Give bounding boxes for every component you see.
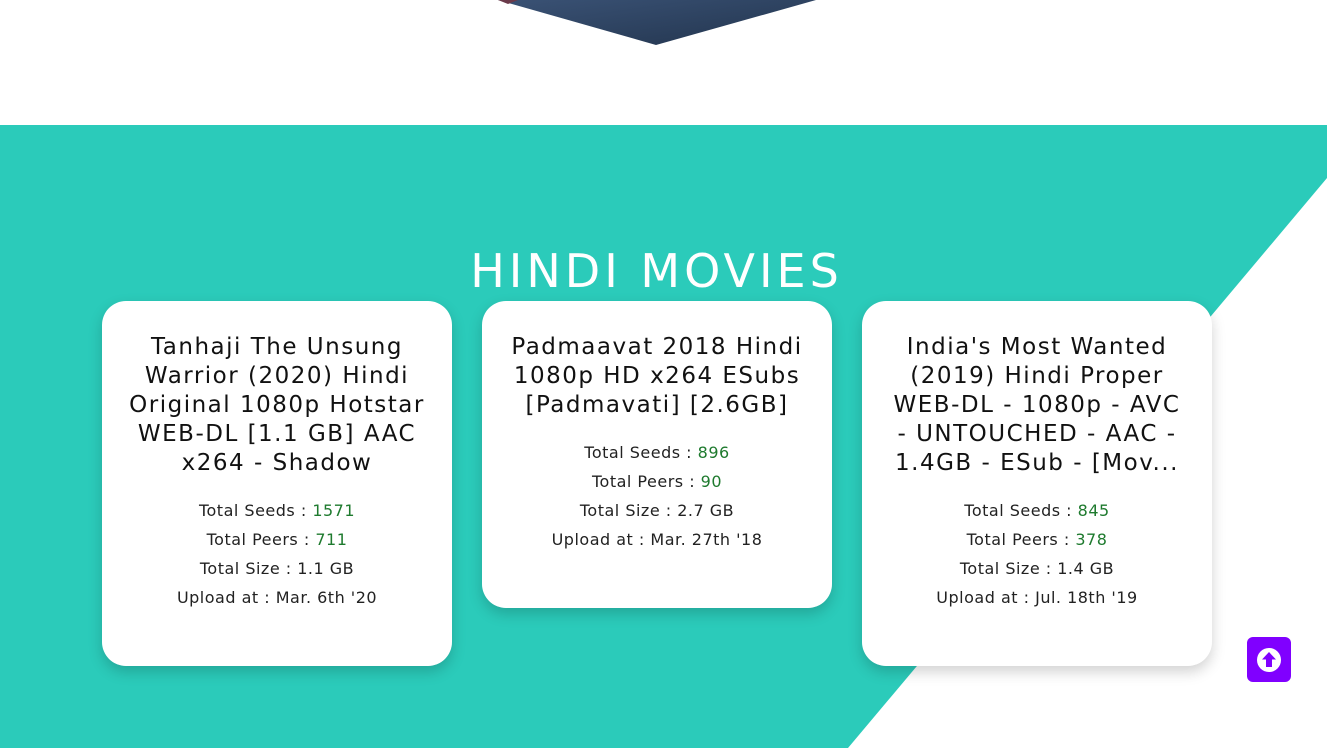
movie-stats: Total Seeds : 896 Total Peers : 90 Total… [506,438,808,554]
peers-row: Total Peers : 711 [206,530,348,549]
hero-image-fragment [498,0,816,45]
movie-card[interactable]: Tanhaji The Unsung Warrior (2020) Hindi … [102,301,452,666]
seeds-value: 845 [1077,501,1110,520]
section-title: HINDI MOVIES [470,244,843,299]
seeds-row: Total Seeds : 1571 [198,501,356,520]
size-value: 1.4 GB [1057,559,1115,578]
peers-row: Total Peers : 90 [591,472,723,491]
peers-value: 711 [315,530,348,549]
movie-card[interactable]: Padmaavat 2018 Hindi 1080p HD x264 ESubs… [482,301,832,608]
upload-value: Mar. 6th '20 [275,588,378,607]
size-value: 1.1 GB [297,559,355,578]
seeds-value: 896 [697,443,730,462]
size-row: Total Size : 2.7 GB [579,501,735,520]
movie-card[interactable]: India's Most Wanted (2019) Hindi Proper … [862,301,1212,666]
peers-row: Total Peers : 378 [966,530,1108,549]
movie-stats: Total Seeds : 1571 Total Peers : 711 Tot… [126,496,428,612]
arrow-up-circle-icon [1257,647,1281,672]
size-row: Total Size : 1.4 GB [959,559,1115,578]
peers-value: 378 [1075,530,1108,549]
upload-value: Jul. 18th '19 [1035,588,1138,607]
size-row: Total Size : 1.1 GB [199,559,355,578]
movie-title[interactable]: Padmaavat 2018 Hindi 1080p HD x264 ESubs… [507,333,807,420]
movie-stats: Total Seeds : 845 Total Peers : 378 Tota… [886,496,1188,612]
upload-value: Mar. 27th '18 [650,530,763,549]
scroll-to-top-button[interactable] [1247,637,1291,682]
size-value: 2.7 GB [677,501,735,520]
movie-title[interactable]: Tanhaji The Unsung Warrior (2020) Hindi … [127,333,427,478]
seeds-row: Total Seeds : 896 [584,443,730,462]
peers-value: 90 [700,472,723,491]
seeds-value: 1571 [312,501,356,520]
movie-title[interactable]: India's Most Wanted (2019) Hindi Proper … [887,333,1187,478]
seeds-row: Total Seeds : 845 [964,501,1110,520]
upload-row: Upload at : Mar. 27th '18 [551,530,763,549]
upload-row: Upload at : Jul. 18th '19 [936,588,1138,607]
upload-row: Upload at : Mar. 6th '20 [176,588,378,607]
